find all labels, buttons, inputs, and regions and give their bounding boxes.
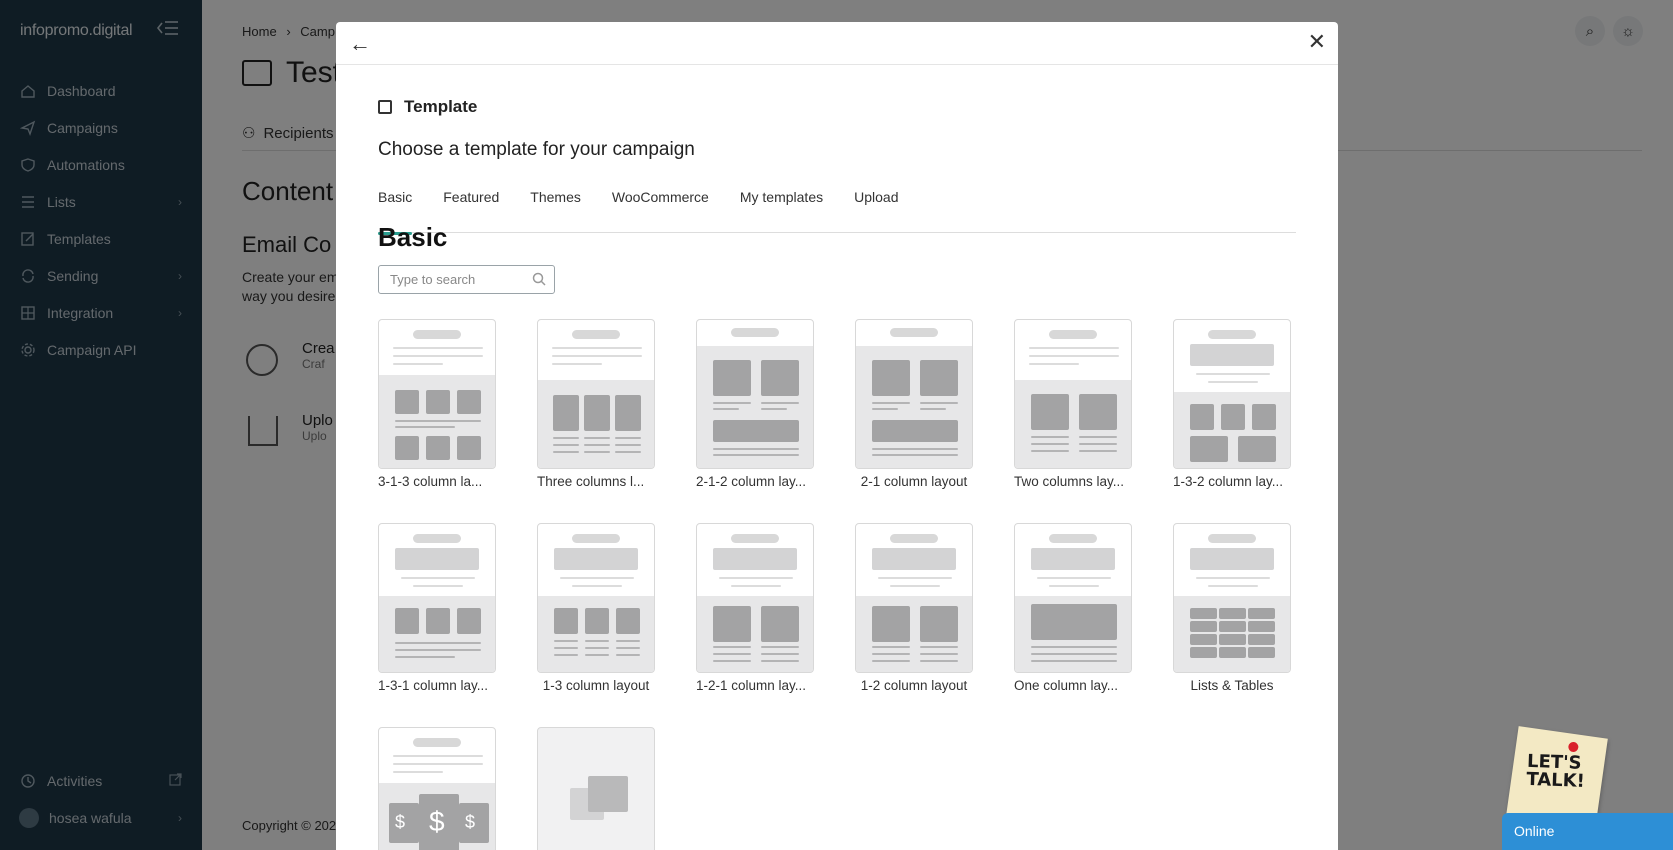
template-thumbnail[interactable]: $ $ $ [378,727,496,850]
back-arrow-icon[interactable]: ← [349,31,371,57]
template-label[interactable]: One column lay... [1014,678,1132,693]
template-label[interactable]: 1-3-1 column lay... [378,678,496,693]
tab-my-templates[interactable]: My templates [740,182,823,233]
template-card[interactable]: 1-3-2 column lay... [1173,319,1291,489]
template-label[interactable]: 2-1 column layout [855,474,973,489]
section-title-text: Template [404,97,478,116]
template-card[interactable] [537,727,655,850]
template-search [378,265,555,294]
template-thumbnail[interactable] [537,319,655,469]
template-thumbnail[interactable] [378,523,496,673]
template-thumbnail[interactable] [1014,523,1132,673]
template-label[interactable]: Three columns l... [537,474,655,489]
template-label[interactable]: 1-3 column layout [537,678,655,693]
tab-upload[interactable]: Upload [854,182,898,233]
search-input[interactable] [379,266,524,293]
template-card[interactable]: 1-2-1 column lay... [696,523,814,693]
template-thumbnail[interactable] [855,523,973,673]
template-thumbnail[interactable] [855,319,973,469]
template-label[interactable]: 3-1-3 column la... [378,474,496,489]
chat-status-label: Online [1514,823,1555,839]
template-label[interactable]: 1-3-2 column lay... [1173,474,1291,489]
chat-status-bar[interactable]: Online [1502,813,1673,850]
template-thumbnail[interactable] [537,523,655,673]
search-icon[interactable] [532,272,546,286]
template-thumbnail[interactable] [1173,319,1291,469]
modal-header: ← ✕ [336,22,1338,65]
template-card[interactable]: Three columns l... [537,319,655,489]
template-card[interactable]: 1-2 column layout [855,523,973,693]
template-thumbnail[interactable] [696,319,814,469]
modal-subtitle: Choose a template for your campaign [378,139,695,160]
pin-icon [1567,741,1579,753]
template-label[interactable]: 1-2 column layout [855,678,973,693]
template-card[interactable]: Lists & Tables [1173,523,1291,693]
template-label[interactable]: Two columns lay... [1014,474,1132,489]
template-thumbnail[interactable] [1014,319,1132,469]
template-label[interactable]: 1-2-1 column lay... [696,678,814,693]
close-icon[interactable]: ✕ [1308,29,1326,55]
template-label[interactable]: 2-1-2 column lay... [696,474,814,489]
template-thumbnail[interactable] [696,523,814,673]
template-card[interactable]: One column lay... [1014,523,1132,693]
template-card[interactable]: $ $ $ [378,727,496,850]
template-card[interactable]: 1-3 column layout [537,523,655,693]
section-title: Template [378,97,477,117]
template-card[interactable]: 1-3-1 column lay... [378,523,496,693]
template-card[interactable]: 3-1-3 column la... [378,319,496,489]
lets-talk-text: LET'S TALK! [1526,750,1586,792]
template-thumbnail[interactable] [1173,523,1291,673]
template-tabs: Basic Featured Themes WooCommerce My templat… [378,182,1296,235]
template-icon [378,100,392,114]
template-card[interactable]: Two columns lay... [1014,319,1132,489]
template-card[interactable]: 2-1-2 column lay... [696,319,814,489]
tab-themes[interactable]: Themes [530,182,581,233]
tab-featured[interactable]: Featured [443,182,499,233]
category-heading: Basic [378,222,448,252]
template-label[interactable]: Lists & Tables [1173,678,1291,693]
template-thumbnail[interactable] [537,727,655,850]
template-thumbnail[interactable] [378,319,496,469]
template-modal: ← ✕ Template Choose a template for your … [336,22,1338,850]
tab-woocommerce[interactable]: WooCommerce [612,182,709,233]
template-card[interactable]: 2-1 column layout [855,319,973,489]
